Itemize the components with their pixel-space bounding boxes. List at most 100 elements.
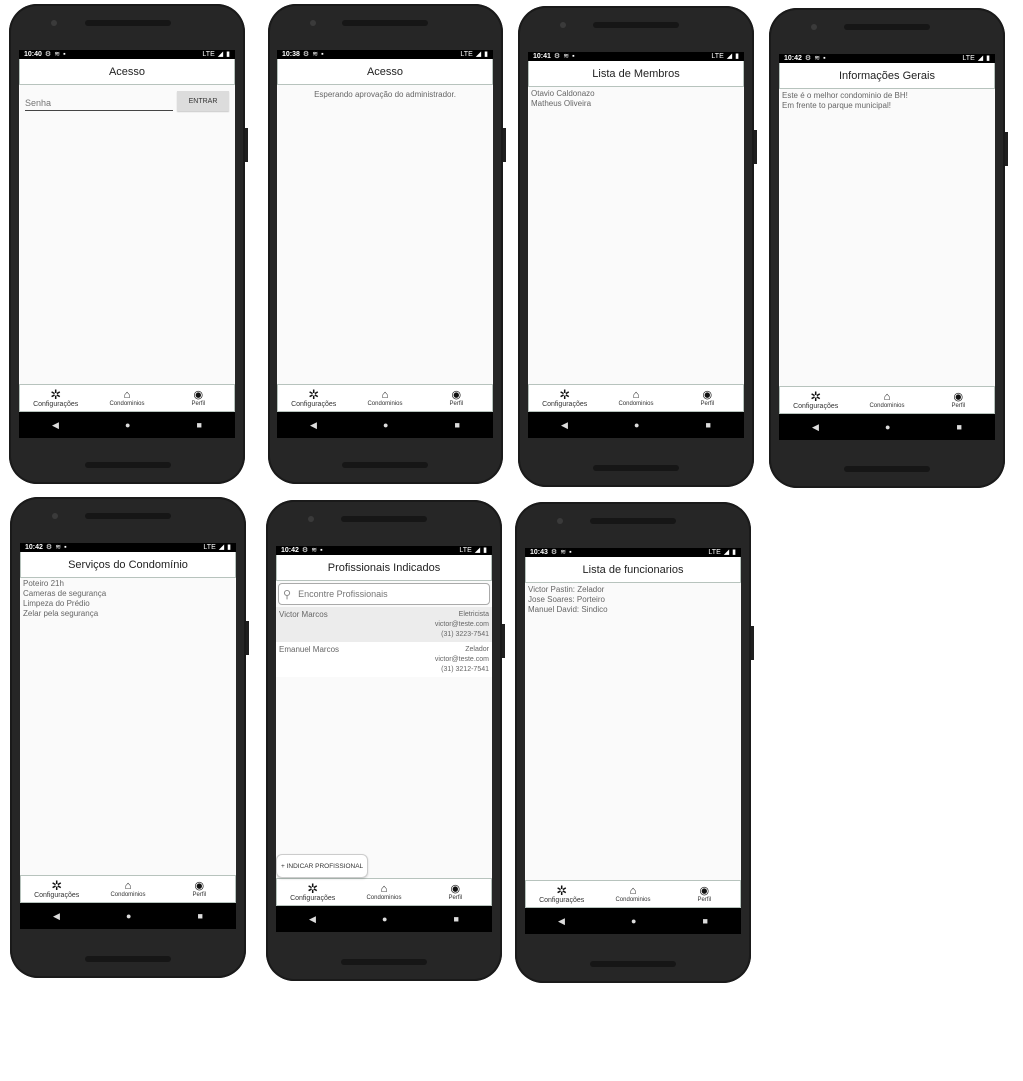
screen: 10:38 ⚙ ≋ ▪ LTE ◢ ▮ Acesso Esperando aprov… xyxy=(277,50,493,438)
nav-profile[interactable]: ◉ Perfil xyxy=(164,876,235,902)
back-icon[interactable]: ◀ xyxy=(812,422,819,433)
status-bar: 10:42 ⚙ ≋ ▪ LTE ◢ ▮ xyxy=(20,543,236,552)
wifi-icon: ≋ xyxy=(563,53,570,60)
list-item[interactable]: Jose Soares: Porteiro xyxy=(525,595,741,605)
sd-card-icon: ▪ xyxy=(320,547,323,554)
search-icon: ⚲ xyxy=(283,588,292,601)
list-item[interactable]: Victor Pastin: Zelador xyxy=(525,585,741,595)
nav-condos[interactable]: ⌂ Condominios xyxy=(91,385,162,411)
nav-profile-label: Perfil xyxy=(192,892,207,898)
nav-profile[interactable]: ◉ Perfil xyxy=(163,385,234,411)
home-button-icon[interactable]: ● xyxy=(382,914,387,924)
add-professional-button[interactable]: + INDICAR PROFISSIONAL xyxy=(276,854,369,878)
back-icon[interactable]: ◀ xyxy=(309,914,316,925)
nav-settings[interactable]: ✲ Configurações xyxy=(20,385,91,411)
enter-button[interactable]: ENTRAR xyxy=(177,91,229,111)
status-time: 10:42 xyxy=(281,547,299,554)
search-bar[interactable]: ⚲ xyxy=(278,583,490,605)
signal-icon: ◢ xyxy=(474,547,481,554)
recents-icon[interactable]: ■ xyxy=(706,420,711,430)
status-icons: ⚙ ≋ ▪ xyxy=(303,50,324,59)
screen: 10:42 ⚙ ≋ ▪ LTE ◢ ▮ Profissionais Indicado… xyxy=(276,546,492,932)
list-item[interactable]: Matheus Oliveira xyxy=(528,99,744,109)
gear-icon: ⚙ xyxy=(553,53,561,60)
nav-condos[interactable]: ⌂ Condominios xyxy=(851,387,922,413)
sd-card-icon: ▪ xyxy=(823,55,826,62)
nav-settings[interactable]: ✲ Configurações xyxy=(277,879,348,905)
signal-icon: ◢ xyxy=(723,549,730,556)
nav-settings-label: Configurações xyxy=(539,896,585,904)
nav-condos[interactable]: ⌂ Condominios xyxy=(600,385,671,411)
wifi-icon: ≋ xyxy=(55,544,62,551)
signal-icon: ◢ xyxy=(977,55,984,62)
back-icon[interactable]: ◀ xyxy=(561,420,568,431)
home-icon: ⌂ xyxy=(883,391,891,403)
recents-icon[interactable]: ■ xyxy=(455,420,460,430)
back-icon[interactable]: ◀ xyxy=(558,916,565,927)
phone-side-button xyxy=(245,128,248,162)
home-button-icon[interactable]: ● xyxy=(125,420,130,430)
list-item: Limpeza do Prédio xyxy=(23,599,90,608)
back-icon[interactable]: ◀ xyxy=(52,420,59,431)
status-bar: 10:43 ⚙ ≋ ▪ LTE ◢ ▮ xyxy=(525,548,741,557)
nav-settings[interactable]: ✲ Configurações xyxy=(21,876,92,902)
list-item[interactable]: Victor Marcos Eletricista victor@teste.c… xyxy=(276,607,492,642)
recents-icon[interactable]: ■ xyxy=(454,914,459,924)
nav-profile[interactable]: ◉ Perfil xyxy=(669,881,740,907)
nav-condos[interactable]: ⌂ Condominios xyxy=(349,385,420,411)
back-icon[interactable]: ◀ xyxy=(53,911,60,922)
phone-side-button xyxy=(751,626,754,660)
nav-settings[interactable]: ✲ Configurações xyxy=(780,387,851,413)
home-button-icon[interactable]: ● xyxy=(885,422,890,432)
info-line: Este é o melhor condominio de BH! xyxy=(782,91,908,100)
services-list: Poteiro 21h Cameras de segurança Limpeza… xyxy=(20,578,236,875)
back-icon[interactable]: ◀ xyxy=(310,420,317,431)
home-icon: ⌂ xyxy=(629,885,637,897)
password-input[interactable] xyxy=(25,96,173,111)
list-item[interactable]: Emanuel Marcos Zelador victor@teste.com … xyxy=(276,642,492,677)
search-input[interactable] xyxy=(296,588,485,600)
nav-condos[interactable]: ⌂ Condominios xyxy=(92,876,163,902)
nav-profile[interactable]: ◉ Perfil xyxy=(421,385,492,411)
recents-icon[interactable]: ■ xyxy=(198,911,203,921)
phone-speaker xyxy=(85,513,171,519)
bottom-nav: ✲ Configurações ⌂ Condominios ◉ Perfil xyxy=(525,880,741,908)
nav-condos-label: Condominios xyxy=(367,401,403,407)
battery-icon: ▮ xyxy=(732,549,736,556)
gear-icon: ✲ xyxy=(50,386,62,402)
home-button-icon[interactable]: ● xyxy=(634,420,639,430)
sd-card-icon: ▪ xyxy=(63,51,66,58)
nav-profile[interactable]: ◉ Perfil xyxy=(672,385,743,411)
nav-condos[interactable]: ⌂ Condominios xyxy=(597,881,668,907)
battery-icon: ▮ xyxy=(735,53,739,60)
nav-settings[interactable]: ✲ Configurações xyxy=(278,385,349,411)
gear-icon: ✲ xyxy=(307,880,319,896)
phone-speaker-bottom xyxy=(844,466,930,472)
recents-icon[interactable]: ■ xyxy=(957,422,962,432)
list-item[interactable]: Otavio Caldonazo xyxy=(528,89,744,99)
list-item[interactable]: Manuel David: Sindico xyxy=(525,605,741,615)
network-label: LTE xyxy=(711,53,724,60)
recents-icon[interactable]: ■ xyxy=(703,916,708,926)
sd-card-icon: ▪ xyxy=(572,53,575,60)
home-button-icon[interactable]: ● xyxy=(126,911,131,921)
nav-condos-label: Condominios xyxy=(869,403,905,409)
page-title: Lista de funcionarios xyxy=(525,557,741,583)
nav-settings[interactable]: ✲ Configurações xyxy=(526,881,597,907)
professional-role: Zelador xyxy=(465,646,489,653)
battery-icon: ▮ xyxy=(986,55,990,62)
home-button-icon[interactable]: ● xyxy=(383,420,388,430)
nav-profile[interactable]: ◉ Perfil xyxy=(420,879,491,905)
page-title: Acesso xyxy=(277,59,493,85)
nav-settings[interactable]: ✲ Configurações xyxy=(529,385,600,411)
phone-speaker xyxy=(341,516,427,522)
person-icon: ◉ xyxy=(451,389,462,401)
wifi-icon: ≋ xyxy=(814,55,821,62)
home-button-icon[interactable]: ● xyxy=(631,916,636,926)
nav-profile[interactable]: ◉ Perfil xyxy=(923,387,994,413)
recents-icon[interactable]: ■ xyxy=(197,420,202,430)
status-bar: 10:40 ⚙ ≋ ▪ LTE ◢ ▮ xyxy=(19,50,235,59)
nav-condos[interactable]: ⌂ Condominios xyxy=(348,879,419,905)
status-time: 10:38 xyxy=(282,51,300,58)
network-label: LTE xyxy=(203,544,216,551)
